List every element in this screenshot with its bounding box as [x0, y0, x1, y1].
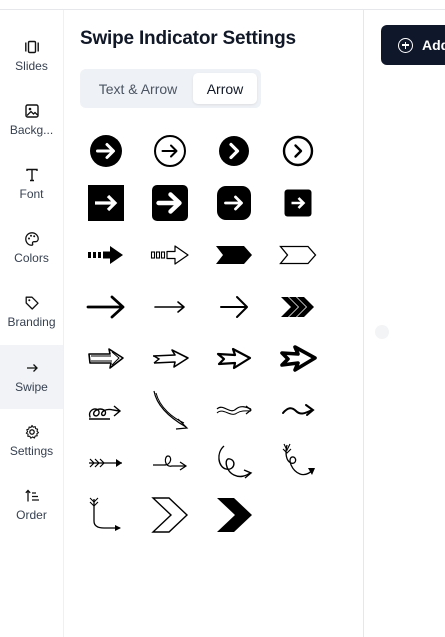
arrow-option-thin-line-arrow[interactable]	[148, 285, 192, 329]
arrow-option-sketch-bold-arrow[interactable]	[276, 337, 320, 381]
sidebar: Slides Backg... Font Colors Branding Swi…	[0, 10, 64, 637]
sidebar-item-branding[interactable]: Branding	[0, 280, 63, 344]
arrow-option-hook-arrow[interactable]	[84, 493, 128, 537]
slides-icon	[24, 39, 40, 55]
arrow-option-rounded-square-arrow[interactable]	[212, 181, 256, 225]
sidebar-item-slides[interactable]: Slides	[0, 24, 63, 88]
arrow-option-outline-dashed-tail-arrow[interactable]	[148, 233, 192, 277]
arrow-option-dashed-tail-arrow[interactable]	[84, 233, 128, 277]
panel-title: Swipe Indicator Settings	[80, 28, 296, 49]
arrow-option-circle-filled-arrow[interactable]	[84, 129, 128, 173]
font-icon	[24, 167, 40, 183]
add-button[interactable]: Add	[381, 25, 445, 65]
sidebar-item-label: Swipe	[15, 380, 48, 394]
image-icon	[24, 103, 40, 119]
arrow-option-loop-arrow[interactable]	[84, 389, 128, 433]
arrow-option-chevron-banner[interactable]	[212, 233, 256, 277]
sidebar-item-settings[interactable]: Settings	[0, 409, 63, 473]
sidebar-item-label: Backg...	[9, 123, 54, 137]
arrow-option-curved-down-arrow[interactable]	[148, 389, 192, 433]
arrow-option-circle-outline-chevron[interactable]	[276, 129, 320, 173]
arrow-option-rounded-square-bold-arrow[interactable]	[148, 181, 192, 225]
sidebar-item-colors[interactable]: Colors	[0, 216, 63, 280]
arrow-option-spiral-arrow[interactable]	[212, 441, 256, 485]
arrow-option-small-square-arrow[interactable]	[276, 181, 320, 225]
arrow-option-sketch-arrow[interactable]	[148, 337, 192, 381]
arrow-right-icon	[24, 360, 40, 376]
canvas-area	[365, 10, 445, 637]
arrow-option-sketch-block-arrow[interactable]	[84, 337, 128, 381]
arrow-option-curly-down-arrow[interactable]	[276, 441, 320, 485]
indicator-mode-tabs: Text & Arrow Arrow	[80, 69, 261, 108]
sidebar-item-label: Colors	[14, 251, 49, 265]
sidebar-item-label: Settings	[9, 444, 54, 458]
arrow-option-outline-chevron-banner[interactable]	[276, 233, 320, 277]
sidebar-item-font[interactable]: Font	[0, 152, 63, 216]
sidebar-item-label: Font	[19, 187, 44, 201]
sidebar-item-label: Slides	[15, 59, 48, 73]
circle-outline-arrow-icon	[154, 135, 186, 167]
add-button-label: Add	[422, 37, 445, 53]
arrow-option-circle-outline-arrow[interactable]	[148, 129, 192, 173]
sidebar-item-order[interactable]: Order	[0, 473, 63, 537]
tag-icon	[24, 295, 40, 311]
arrow-option-bold-line-arrow[interactable]	[84, 285, 128, 329]
gear-icon	[24, 424, 40, 440]
arrow-option-square-filled-arrow[interactable]	[84, 181, 128, 225]
sidebar-item-label: Branding	[7, 315, 56, 329]
sidebar-item-background[interactable]: Backg...	[0, 88, 63, 152]
arrow-option-squiggle-arrow[interactable]	[276, 389, 320, 433]
arrow-option-outline-chevron[interactable]	[148, 493, 192, 537]
plus-circle-icon	[398, 37, 413, 53]
arrow-option-feathered-arrow[interactable]	[84, 441, 128, 485]
circle-filled-arrow-icon	[90, 135, 122, 167]
arrow-option-loop-line-arrow[interactable]	[148, 441, 192, 485]
circle-filled-chevron-icon	[219, 136, 249, 166]
sidebar-item-swipe[interactable]: Swipe	[0, 345, 63, 409]
arrow-option-circle-filled-chevron[interactable]	[212, 129, 256, 173]
arrow-option-triple-chevron[interactable]	[276, 285, 320, 329]
tab-arrow[interactable]: Arrow	[193, 73, 257, 104]
arrow-option-wavy-arrow[interactable]	[212, 389, 256, 433]
sort-order-icon	[24, 488, 40, 504]
arrow-option-open-head-arrow[interactable]	[212, 285, 256, 329]
arrow-option-filled-chevron[interactable]	[212, 493, 256, 537]
arrow-option-sketch-hollow-arrow[interactable]	[212, 337, 256, 381]
sidebar-item-label: Order	[16, 508, 47, 522]
circle-outline-chevron-icon	[282, 135, 314, 167]
palette-icon	[24, 231, 40, 247]
tab-text-and-arrow[interactable]: Text & Arrow	[84, 73, 192, 104]
canvas-handle[interactable]	[375, 325, 389, 339]
